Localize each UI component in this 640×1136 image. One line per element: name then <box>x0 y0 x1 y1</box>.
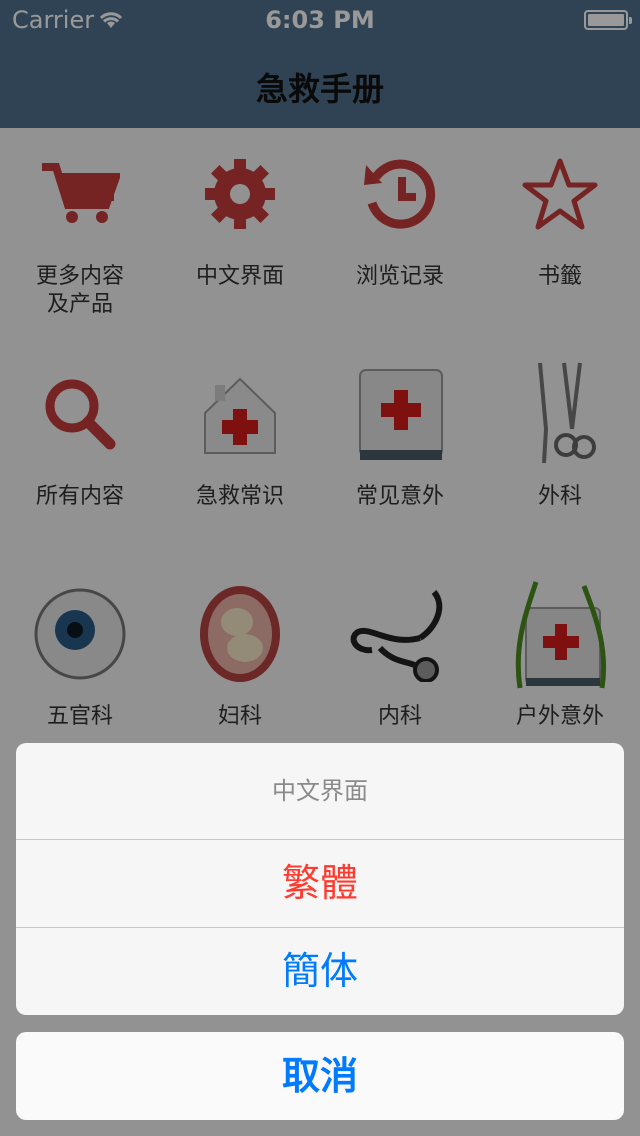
cancel-button[interactable]: 取消 <box>16 1032 624 1120</box>
action-sheet: 中文界面 繁體 簡体 <box>16 743 624 1015</box>
action-sheet-title: 中文界面 <box>16 743 624 840</box>
simplified-chinese-option[interactable]: 簡体 <box>16 928 624 1015</box>
traditional-chinese-option[interactable]: 繁體 <box>16 840 624 928</box>
